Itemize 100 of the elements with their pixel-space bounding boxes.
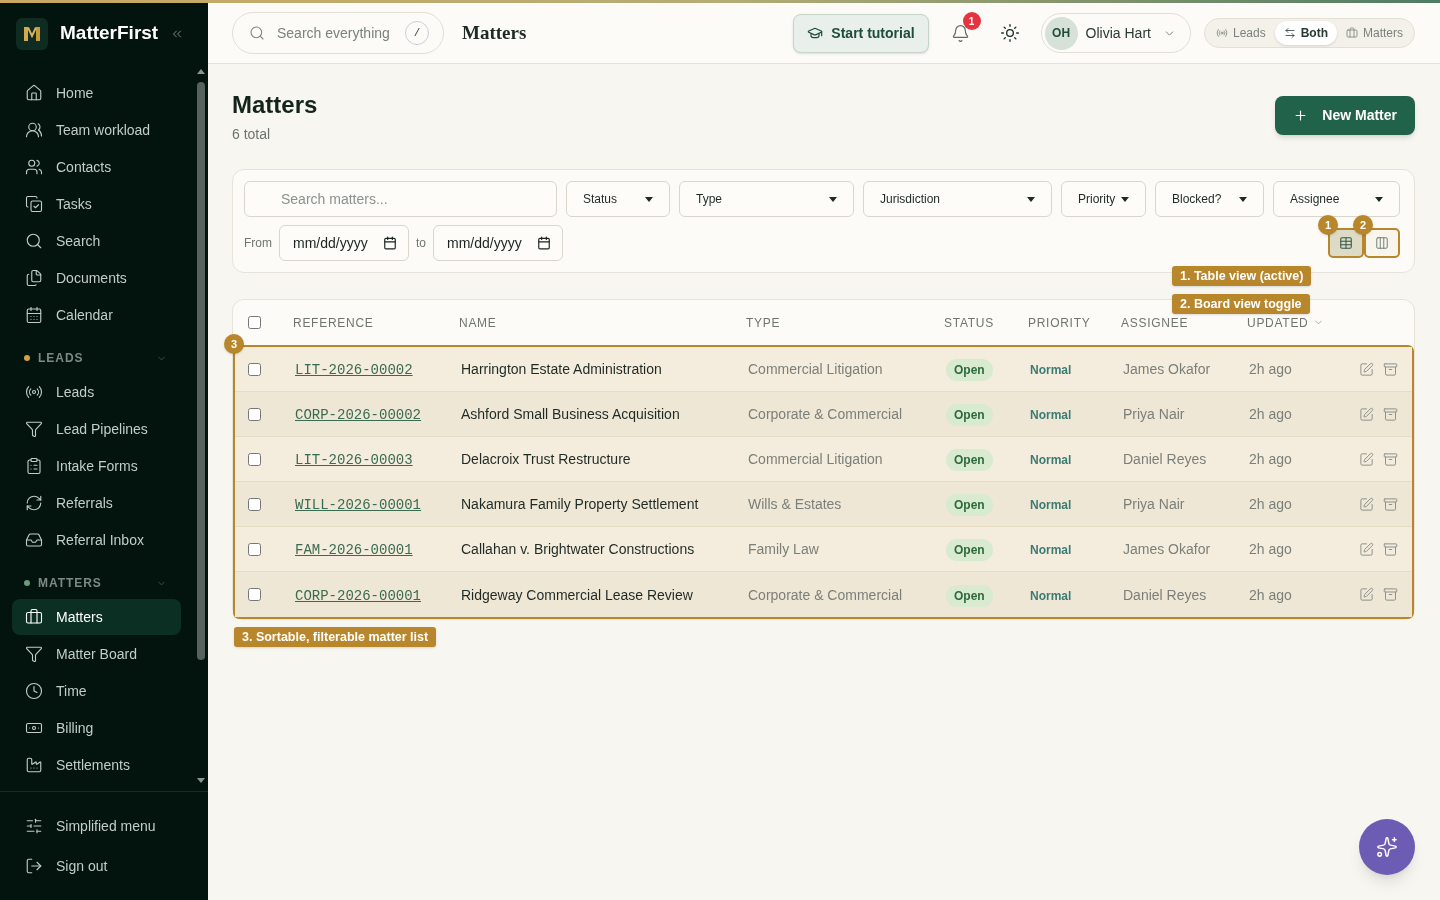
column-header[interactable]: TYPE	[746, 316, 781, 329]
column-header[interactable]: REFERENCE	[293, 316, 374, 329]
edit-icon[interactable]	[1359, 361, 1374, 377]
assignee-name: Daniel Reyes	[1123, 451, 1207, 467]
matter-reference-link[interactable]: FAM-2026-00001	[295, 542, 413, 558]
matter-row[interactable]: CORP-2026-00001 Ridgeway Commercial Lease Review Corporate & Commercial Open Normal Daniel Reyes 2h ago	[235, 572, 1412, 617]
edit-icon[interactable]	[1359, 406, 1374, 422]
archive-icon[interactable]	[1383, 406, 1398, 422]
column-header[interactable]: UPDATED	[1247, 316, 1324, 329]
column-header[interactable]: NAME	[459, 316, 497, 329]
matter-row[interactable]: FAM-2026-00001 Callahan v. Brightwater Constructions Family Law Open Normal James Okafor 2h ago	[235, 527, 1412, 572]
sidebar-footer-item[interactable]: Simplified menu	[12, 806, 196, 846]
refresh-icon	[25, 494, 43, 512]
edit-icon[interactable]	[1359, 496, 1374, 512]
clock-icon	[25, 682, 43, 700]
sun-icon[interactable]	[999, 23, 1020, 43]
matter-row[interactable]: LIT-2026-00003 Delacroix Trust Restructure Commercial Litigation Open Normal Daniel Reyes 2h ago	[235, 437, 1412, 482]
matter-row[interactable]: CORP-2026-00002 Ashford Small Business Acquisition Corporate & Commercial Open Normal Priya Nair 2h ago	[235, 392, 1412, 437]
filter-dropdown[interactable]: Type	[679, 181, 854, 217]
matter-type: Family Law	[748, 541, 819, 557]
matter-name: Ashford Small Business Acquisition	[461, 406, 680, 422]
row-checkbox[interactable]	[248, 588, 261, 601]
start-tutorial-button[interactable]: Start tutorial	[793, 13, 929, 53]
archive-icon[interactable]	[1383, 496, 1398, 512]
calendar-icon[interactable]	[383, 236, 397, 250]
nav-item[interactable]: Documents	[12, 260, 181, 296]
archive-icon[interactable]	[1383, 451, 1398, 467]
table-view-button[interactable]	[1328, 228, 1364, 258]
date-from-field[interactable]: mm/dd/yyyy	[279, 225, 409, 261]
matter-search-field[interactable]: Search matters...	[244, 181, 557, 217]
nav-item[interactable]: Lead Pipelines	[12, 411, 181, 447]
edit-icon[interactable]	[1359, 541, 1374, 557]
nav-item[interactable]: Matters	[12, 599, 181, 635]
column-header[interactable]: STATUS	[944, 316, 994, 329]
matter-name: Delacroix Trust Restructure	[461, 451, 631, 467]
matter-reference-link[interactable]: LIT-2026-00003	[295, 452, 413, 468]
matter-row[interactable]: LIT-2026-00002 Harrington Estate Administration Commercial Litigation Open Normal James Okafor 2h ago	[235, 347, 1412, 392]
filter-dropdown[interactable]: Status	[566, 181, 670, 217]
filter-dropdown[interactable]: Assignee	[1273, 181, 1400, 217]
nav-item[interactable]: Calendar	[12, 297, 181, 333]
archive-icon[interactable]	[1383, 541, 1398, 557]
matter-reference-link[interactable]: LIT-2026-00002	[295, 362, 413, 378]
step-number-marker: 1	[1318, 215, 1338, 235]
status-tag: Open	[946, 539, 993, 561]
nav-item[interactable]: Referral Inbox	[12, 522, 181, 558]
column-header[interactable]: PRIORITY	[1028, 316, 1091, 329]
matter-row[interactable]: WILL-2026-00001 Nakamura Family Property Settlement Wills & Estates Open Normal Priya Nair 2h ago	[235, 482, 1412, 527]
updated-time: 2h ago	[1249, 541, 1292, 557]
priority-text: Normal	[1030, 453, 1072, 467]
tutorial-callout: 2. Board view toggle	[1172, 294, 1310, 314]
nav-item[interactable]: Intake Forms	[12, 448, 181, 484]
mode-switch-option[interactable]: Matters	[1337, 21, 1412, 45]
section-heading: LEADS	[38, 350, 84, 367]
nav-item[interactable]: Settlements	[12, 747, 181, 783]
column-header[interactable]: ASSIGNEE	[1121, 316, 1189, 329]
assistant-button[interactable]	[1359, 819, 1415, 875]
archive-icon[interactable]	[1383, 361, 1398, 377]
nav-item[interactable]: Billing	[12, 710, 181, 746]
matter-reference-link[interactable]: WILL-2026-00001	[295, 497, 422, 513]
status-tag: Open	[946, 494, 993, 516]
new-matter-button[interactable]: New Matter	[1275, 96, 1415, 135]
mode-switch-option[interactable]: Both	[1274, 21, 1337, 45]
status-tag: Open	[946, 404, 993, 426]
page-heading: Matters	[232, 90, 318, 120]
mode-switch-option[interactable]: Leads	[1206, 21, 1275, 45]
matter-reference-link[interactable]: CORP-2026-00002	[295, 407, 422, 423]
board-view-button[interactable]	[1364, 228, 1400, 258]
row-checkbox[interactable]	[248, 407, 261, 421]
filter-dropdown[interactable]: Priority	[1061, 181, 1146, 217]
nav-item[interactable]: Team workload	[12, 112, 181, 148]
select-all-checkbox[interactable]	[248, 316, 261, 329]
archive-icon[interactable]	[1383, 587, 1398, 602]
row-checkbox[interactable]	[248, 497, 261, 511]
matter-type: Corporate & Commercial	[748, 406, 903, 422]
nav-item[interactable]: Home	[12, 75, 181, 111]
date-to-field[interactable]: mm/dd/yyyy	[433, 225, 563, 261]
tutorial-callout: 1. Table view (active)	[1172, 266, 1312, 286]
nav-item[interactable]: Referrals	[12, 485, 181, 521]
nav-item[interactable]: Tasks	[12, 186, 181, 222]
row-checkbox[interactable]	[248, 542, 261, 556]
sidebar-footer-item[interactable]: Sign out	[12, 846, 196, 886]
updated-time: 2h ago	[1249, 406, 1292, 422]
search-icon	[249, 25, 265, 41]
edit-icon[interactable]	[1359, 451, 1374, 467]
nav-item[interactable]: Time	[12, 673, 181, 709]
nav-item[interactable]: Matter Board	[12, 636, 181, 672]
filter-dropdown[interactable]: Blocked?	[1155, 181, 1264, 217]
row-checkbox[interactable]	[248, 362, 261, 376]
calendar-icon[interactable]	[537, 236, 551, 250]
nav-item[interactable]: Search	[12, 223, 181, 259]
broadcast-icon	[1215, 27, 1228, 39]
nav-item[interactable]: Leads	[12, 374, 181, 410]
filter-dropdown[interactable]: Jurisdiction	[863, 181, 1052, 217]
bell-icon[interactable]	[951, 23, 971, 43]
row-checkbox[interactable]	[248, 452, 261, 466]
edit-icon[interactable]	[1359, 587, 1374, 602]
nav-item[interactable]: Contacts	[12, 149, 181, 185]
section-heading: MATTERS	[38, 575, 102, 592]
matter-reference-link[interactable]: CORP-2026-00001	[295, 587, 422, 604]
priority-text: Normal	[1030, 408, 1072, 422]
